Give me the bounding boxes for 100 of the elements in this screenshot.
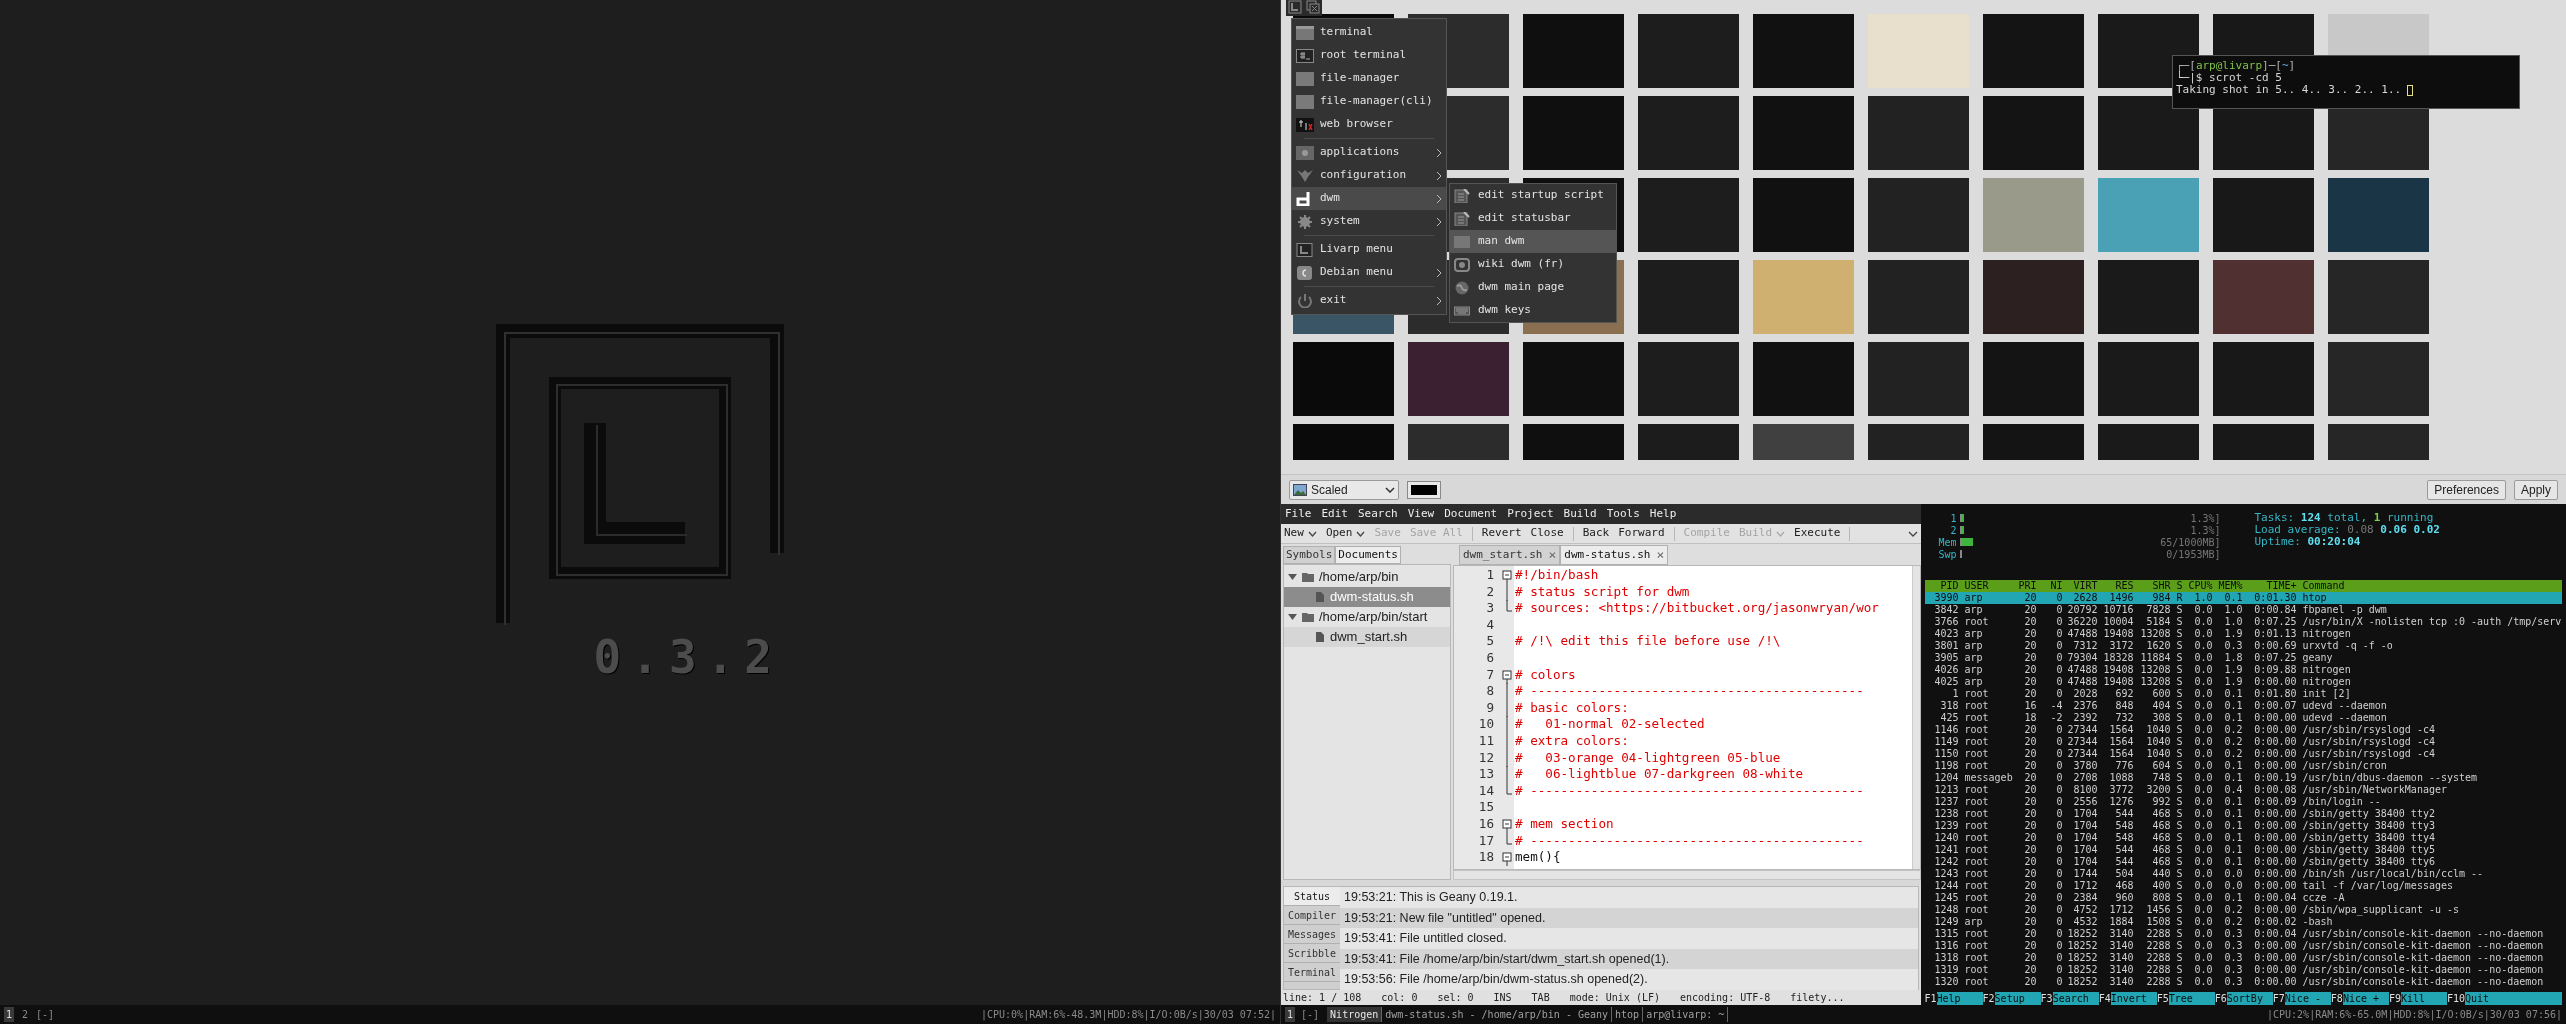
process-row[interactable]: 1238 root 20 0 1704 544 468 S 0.0 0.1 0:00.00 /sbin/getty 38400 tty2 [1924, 808, 2562, 820]
dialog-button[interactable]: Preferences [2427, 479, 2506, 500]
column-header[interactable]: RES [2097, 580, 2134, 592]
menu-item[interactable]: configuration [1292, 164, 1446, 187]
function-key[interactable]: F7Nice - [2272, 992, 2331, 1005]
process-row[interactable]: 1243 root 20 0 1744 504 440 S 0.0 0.0 0:00.00 /bin/sh /usr/local/bin/cclm -- [1924, 868, 2562, 880]
process-row[interactable]: 3990 arp 20 0 2628 1496 984 R 1.0 0.1 0:01.30 htop [1924, 592, 2562, 604]
process-row[interactable]: 3842 arp 20 0 20792 10716 7828 S 0.0 1.0 0:00.84 fbpanel -p dwm [1924, 604, 2562, 616]
process-row[interactable]: 4026 arp 20 0 47488 19408 13208 S 0.0 1.9 0:09.88 nitrogen [1924, 664, 2562, 676]
menu-item[interactable]: web browser [1292, 113, 1446, 136]
menu-bar-item[interactable]: Search [1358, 505, 1398, 523]
process-row[interactable]: 1318 root 20 0 18252 3140 2288 S 0.0 0.3 0:00.00 /usr/sbin/console-kit-daemon --no-daemon [1924, 952, 2562, 964]
process-row[interactable]: 1204 messageb 20 0 2708 1088 748 S 0.0 0.1 0:00.19 /usr/bin/dbus-daemon --system [1924, 772, 2562, 784]
function-key[interactable]: F2Setup [1982, 992, 2041, 1005]
toolbar-button[interactable]: New [1284, 525, 1317, 542]
menu-item[interactable]: file-manager [1292, 67, 1446, 90]
tag-label[interactable]: 1 [1285, 1007, 1296, 1022]
expander-down-icon[interactable] [1288, 613, 1297, 621]
task-button[interactable]: arp@livarp: ~ [1643, 1007, 1729, 1022]
process-row[interactable]: 318 root 16 -4 2376 848 404 S 0.0 0.1 0:00.07 udevd --daemon [1924, 700, 2562, 712]
function-key[interactable]: F3Search [2040, 992, 2099, 1005]
menu-item[interactable]: dwm main page [1450, 276, 1616, 299]
process-row[interactable]: 1244 root 20 0 1712 468 400 S 0.0 0.0 0:00.00 tail -f /var/log/messages [1924, 880, 2562, 892]
process-row[interactable]: 1240 root 20 0 1704 548 468 S 0.0 0.1 0:00.00 /sbin/getty 38400 tty4 [1924, 832, 2562, 844]
menu-item[interactable]: terminal [1292, 21, 1446, 44]
column-header[interactable]: Command [2296, 580, 2562, 592]
column-header[interactable]: SHR [2133, 580, 2171, 592]
process-row[interactable]: 4023 arp 20 0 47488 19408 13208 S 0.0 1.9 0:01.13 nitrogen [1924, 628, 2562, 640]
column-header[interactable]: MEM% [2212, 580, 2243, 592]
editor-tab[interactable]: dwm_start.sh × [1459, 545, 1561, 565]
process-row[interactable]: 1198 root 20 0 3780 776 604 S 0.0 0.1 0:00.00 /usr/sbin/cron [1924, 760, 2562, 772]
expander-down-icon[interactable] [1288, 573, 1297, 581]
column-header[interactable]: USER [1958, 580, 2013, 592]
toolbar-button[interactable]: Execute [1794, 525, 1841, 542]
toolbar-button[interactable]: Back [1582, 525, 1610, 542]
process-row[interactable]: 3905 arp 20 0 79304 18328 11884 S 0.0 1.8 0:07.25 geany [1924, 652, 2562, 664]
column-header[interactable]: NI [2036, 580, 2063, 592]
mode-dropdown[interactable]: Scaled [1289, 479, 1399, 500]
task-button[interactable]: dwm-status.sh - /home/arp/bin - Geany [1382, 1007, 1613, 1022]
process-row[interactable]: 1146 root 20 0 27344 1564 1040 S 0.0 0.2 0:00.00 /usr/sbin/rsyslogd -c4 [1924, 724, 2562, 736]
menu-item[interactable]: dwm keys [1450, 299, 1616, 322]
process-row[interactable]: 1248 root 20 0 4752 1712 1456 S 0.0 0.2 0:00.00 /sbin/wpa_supplicant -u -s [1924, 904, 2562, 916]
task-button[interactable]: Nitrogen [1327, 1007, 1383, 1022]
menu-bar-item[interactable]: Tools [1606, 505, 1640, 523]
function-key[interactable]: F8Nice + [2330, 992, 2389, 1005]
menu-item[interactable]: dwm [1292, 187, 1446, 210]
process-row[interactable]: 1239 root 20 0 1704 548 468 S 0.0 0.1 0:00.00 /sbin/getty 38400 tty3 [1924, 820, 2562, 832]
process-row[interactable]: 3801 arp 20 0 7312 3172 1620 S 0.0 0.3 0:00.69 urxvtd -q -f -o [1924, 640, 2562, 652]
function-key[interactable]: F5Tree [2156, 992, 2215, 1005]
process-row[interactable]: 1242 root 20 0 1704 544 468 S 0.0 0.1 0:00.00 /sbin/getty 38400 tty6 [1924, 856, 2562, 868]
process-row[interactable]: 1316 root 20 0 18252 3140 2288 S 0.0 0.3 0:00.00 /usr/sbin/console-kit-daemon --no-daemon [1924, 940, 2562, 952]
sidebar-tab[interactable]: Symbols [1283, 546, 1336, 564]
menu-item[interactable]: man dwm [1450, 230, 1616, 253]
toolbar-button[interactable]: Forward [1618, 525, 1665, 542]
menu-bar-item[interactable]: File [1285, 505, 1312, 523]
process-row[interactable]: 1150 root 20 0 27344 1564 1040 S 0.0 0.2 0:00.00 /usr/sbin/rsyslogd -c4 [1924, 748, 2562, 760]
process-row[interactable]: 1149 root 20 0 27344 1564 1040 S 0.0 0.2 0:00.00 /usr/sbin/rsyslogd -c4 [1924, 736, 2562, 748]
column-header[interactable]: CPU% [2182, 580, 2213, 592]
menu-bar-item[interactable]: Build [1563, 505, 1597, 523]
close-tab-button[interactable]: × [1548, 545, 1557, 565]
menu-item[interactable]: applications [1292, 141, 1446, 164]
tag-label[interactable]: 2 [20, 1007, 31, 1022]
process-row[interactable]: 1320 root 20 0 18252 3140 2288 S 0.0 0.3 0:00.00 /usr/sbin/console-kit-daemon --no-daemon [1924, 976, 2562, 988]
function-key[interactable]: F6SortBy [2214, 992, 2273, 1005]
column-header[interactable]: PRI [2012, 580, 2037, 592]
dialog-button[interactable]: Apply [2513, 479, 2558, 500]
menu-item[interactable]: exit [1292, 289, 1446, 312]
fold-collapse-icon[interactable] [1502, 567, 1512, 584]
fold-collapse-icon[interactable] [1502, 849, 1512, 867]
menu-item[interactable]: edit statusbar [1450, 207, 1616, 230]
process-row[interactable]: 1315 root 20 0 18252 3140 2288 S 0.0 0.3 0:00.04 /usr/sbin/console-kit-daemon --no-daemon [1924, 928, 2562, 940]
process-row[interactable]: 1319 root 20 0 18252 3140 2288 S 0.0 0.3 0:00.00 /usr/sbin/console-kit-daemon --no-daemon [1924, 964, 2562, 976]
task-button[interactable]: htop [1612, 1007, 1644, 1022]
menu-item[interactable]: edit startup script [1450, 184, 1616, 207]
color-button[interactable] [1407, 480, 1441, 499]
column-header[interactable]: PID [1924, 580, 1959, 592]
layout-symbol[interactable]: [-] [1301, 1007, 1320, 1022]
column-header[interactable]: S [2170, 580, 2183, 592]
sidebar-tab[interactable]: Documents [1335, 546, 1401, 564]
process-row[interactable]: 425 root 18 -2 2392 732 308 S 0.0 0.1 0:00.00 udevd --daemon [1924, 712, 2562, 724]
menu-item[interactable]: Livarp menu [1292, 238, 1446, 261]
menu-bar-item[interactable]: Edit [1321, 505, 1348, 523]
menu-bar-item[interactable]: Document [1444, 505, 1498, 523]
process-row[interactable]: 3766 root 20 0 36220 10004 5184 S 0.0 1.0 0:07.25 /usr/bin/X -nolisten tcp :0 -auth /tmp/serv [1924, 616, 2562, 628]
column-header[interactable]: TIME+ [2242, 580, 2297, 592]
process-row[interactable]: 1245 root 20 0 2384 960 808 S 0.0 0.1 0:00.04 ccze -A [1924, 892, 2562, 904]
editor-tab[interactable]: dwm-status.sh × [1560, 545, 1669, 565]
column-header[interactable]: VIRT [2062, 580, 2098, 592]
menu-bar-item[interactable]: View [1407, 505, 1435, 523]
process-row[interactable]: 4025 arp 20 0 47488 19408 13208 S 0.0 1.9 0:00.00 nitrogen [1924, 676, 2562, 688]
process-row[interactable]: 1241 root 20 0 1704 544 468 S 0.0 0.1 0:00.00 /sbin/getty 38400 tty5 [1924, 844, 2562, 856]
process-row[interactable]: 1249 arp 20 0 4532 1884 1508 S 0.0 0.2 0:00.02 -bash [1924, 916, 2562, 928]
toolbar-button[interactable]: Revert [1481, 525, 1522, 542]
toolbar-button[interactable]: Close [1530, 525, 1564, 542]
close-tab-button[interactable]: × [1656, 545, 1665, 565]
tag-label[interactable]: 1 [4, 1007, 15, 1022]
message-tab[interactable]: Status [1284, 887, 1340, 906]
process-row[interactable]: 1 root 20 0 2028 692 600 S 0.0 0.1 0:01.80 init [2] [1924, 688, 2562, 700]
menu-item[interactable]: system [1292, 210, 1446, 233]
menu-bar-item[interactable]: Help [1649, 505, 1677, 523]
